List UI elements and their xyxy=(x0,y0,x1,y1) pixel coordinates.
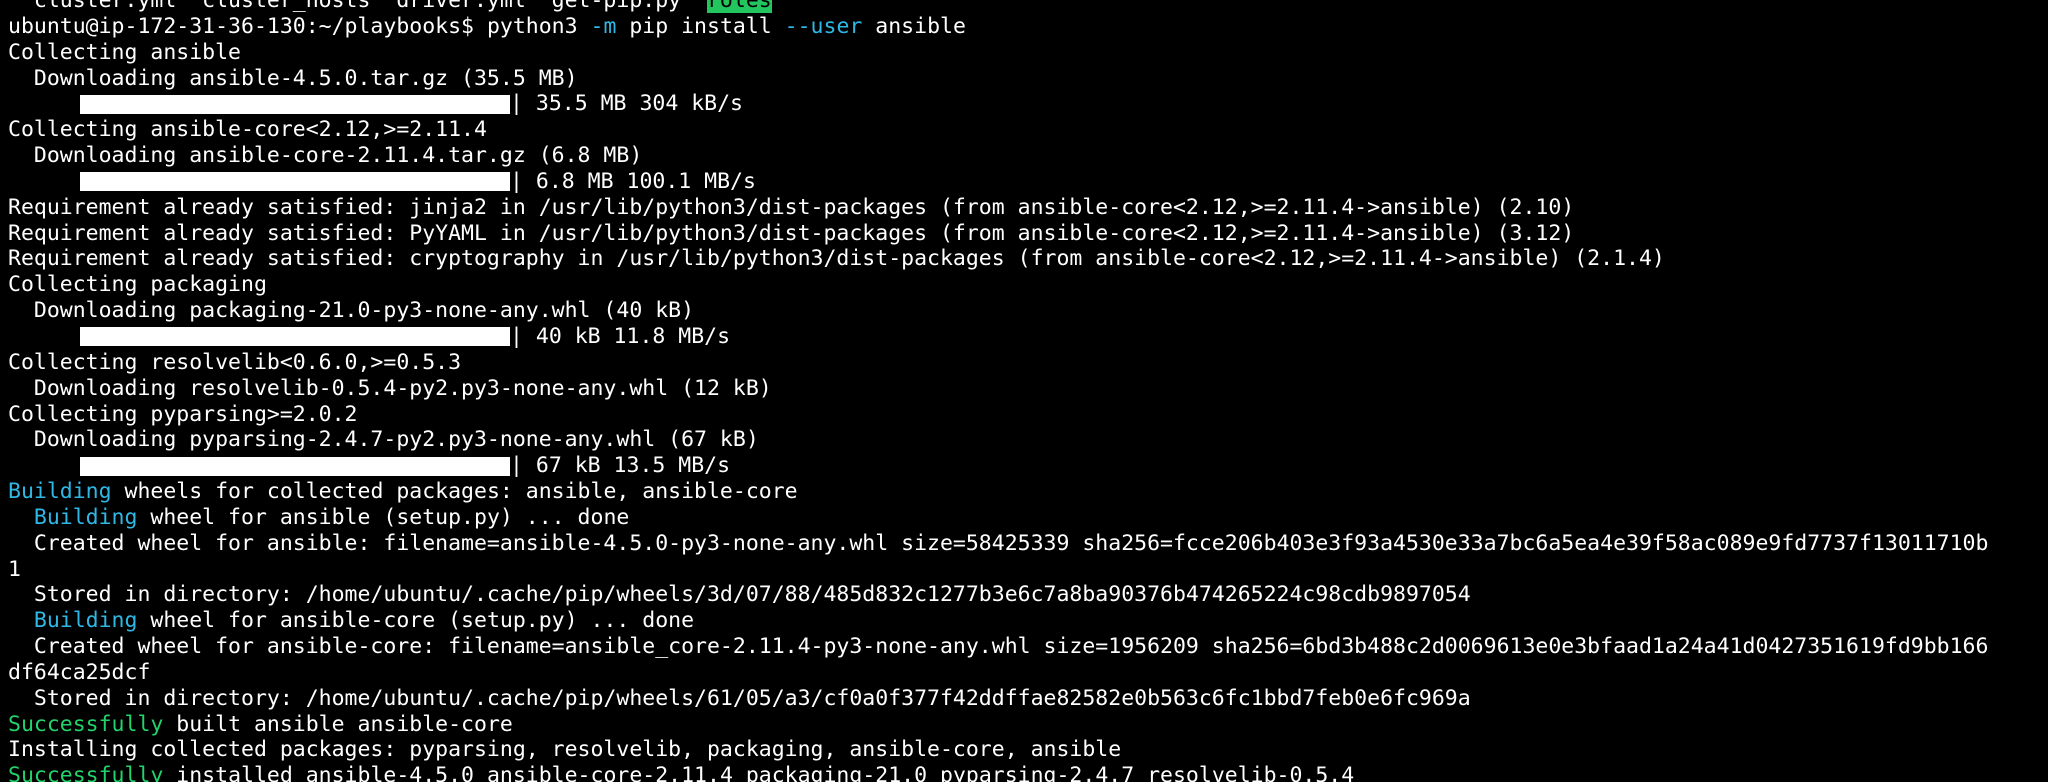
output-line: Stored in directory: /home/ubuntu/.cache… xyxy=(8,582,1471,608)
success-keyword: Successfully xyxy=(8,763,164,782)
output-line: Downloading resolvelib-0.5.4-py2.py3-non… xyxy=(8,375,772,401)
progress-line-ansible: | 35.5 MB 304 kB/s xyxy=(8,91,2048,117)
command-prompt-line: ubuntu@ip-172-31-36-130:~/playbooks$ pyt… xyxy=(8,14,2048,40)
progress-line-ansible-core: | 6.8 MB 100.1 MB/s xyxy=(8,169,2048,195)
output-line: Created wheel for ansible: filename=ansi… xyxy=(8,530,1989,556)
previous-output-text: cluster.yml cluster_hosts driver.yml get… xyxy=(8,0,707,13)
previous-output-line: cluster.yml cluster_hosts driver.yml get… xyxy=(8,0,2048,14)
command-option-m: -m xyxy=(590,13,617,39)
output-line: Installing collected packages: pyparsing… xyxy=(8,737,1122,763)
output-line: Requirement already satisfied: jinja2 in… xyxy=(8,194,1575,220)
progress-stats: | 67 kB 13.5 MB/s xyxy=(510,453,731,479)
terminal-window[interactable]: cluster.yml cluster_hosts driver.yml get… xyxy=(0,0,2048,782)
building-keyword: Building xyxy=(33,608,138,634)
prompt-user-host: ubuntu@ip-172-31-36-130:~/playbooks$ xyxy=(8,13,487,39)
command-args: pip install xyxy=(616,13,785,39)
progress-bar-pyparsing xyxy=(80,456,510,476)
highlighted-directory: roles xyxy=(706,0,772,13)
progress-line-pyparsing: | 67 kB 13.5 MB/s xyxy=(8,453,2048,479)
progress-stats: | 40 kB 11.8 MB/s xyxy=(510,323,731,349)
command-name: python3 xyxy=(486,13,578,39)
output-text: wheel for ansible (setup.py) ... done xyxy=(137,504,630,530)
output-line: Created wheel for ansible-core: filename… xyxy=(8,634,1989,660)
output-line: Collecting ansible-core<2.12,>=2.11.4 xyxy=(8,117,487,143)
output-line: Collecting ansible xyxy=(8,39,241,65)
output-text: wheels for collected packages: ansible, … xyxy=(111,479,798,505)
output-line: Downloading pyparsing-2.4.7-py2.py3-none… xyxy=(8,427,759,453)
output-text: built ansible ansible-core xyxy=(163,711,513,737)
output-text: wheel for ansible-core (setup.py) ... do… xyxy=(137,608,695,634)
progress-bar-packaging xyxy=(80,327,510,347)
output-line: Requirement already satisfied: cryptogra… xyxy=(8,246,1665,272)
output-line: Successfully built ansible ansible-core xyxy=(8,712,2048,738)
command-package: ansible xyxy=(862,13,966,39)
output-line: Collecting pyparsing>=2.0.2 xyxy=(8,401,358,427)
progress-stats: | 35.5 MB 304 kB/s xyxy=(510,91,743,117)
output-line: df64ca25dcf xyxy=(8,659,151,685)
output-line: Downloading ansible-core-2.11.4.tar.gz (… xyxy=(8,143,643,169)
progress-bar-ansible-core xyxy=(80,172,510,192)
output-line: Downloading packaging-21.0-py3-none-any.… xyxy=(8,298,695,324)
output-line: Building wheel for ansible-core (setup.p… xyxy=(8,608,2048,634)
success-keyword: Successfully xyxy=(8,711,164,737)
progress-bar-ansible xyxy=(80,94,510,114)
output-line: Building wheels for collected packages: … xyxy=(8,479,2048,505)
building-keyword: Building xyxy=(8,479,112,505)
building-keyword: Building xyxy=(33,504,138,530)
output-line: Downloading ansible-4.5.0.tar.gz (35.5 M… xyxy=(8,65,578,91)
progress-line-packaging: | 40 kB 11.8 MB/s xyxy=(8,324,2048,350)
output-line: Stored in directory: /home/ubuntu/.cache… xyxy=(8,685,1471,711)
progress-stats: | 6.8 MB 100.1 MB/s xyxy=(510,168,756,194)
output-line: Successfully installed ansible-4.5.0 ans… xyxy=(8,763,2048,782)
output-line: 1 xyxy=(8,556,21,582)
output-line: Requirement already satisfied: PyYAML in… xyxy=(8,220,1575,246)
output-line: Collecting resolvelib<0.6.0,>=0.5.3 xyxy=(8,349,462,375)
output-line: Collecting packaging xyxy=(8,272,267,298)
output-line: Building wheel for ansible (setup.py) ..… xyxy=(8,505,2048,531)
output-text: installed ansible-4.5.0 ansible-core-2.1… xyxy=(163,763,1355,782)
command-option-user: --user xyxy=(784,13,863,39)
